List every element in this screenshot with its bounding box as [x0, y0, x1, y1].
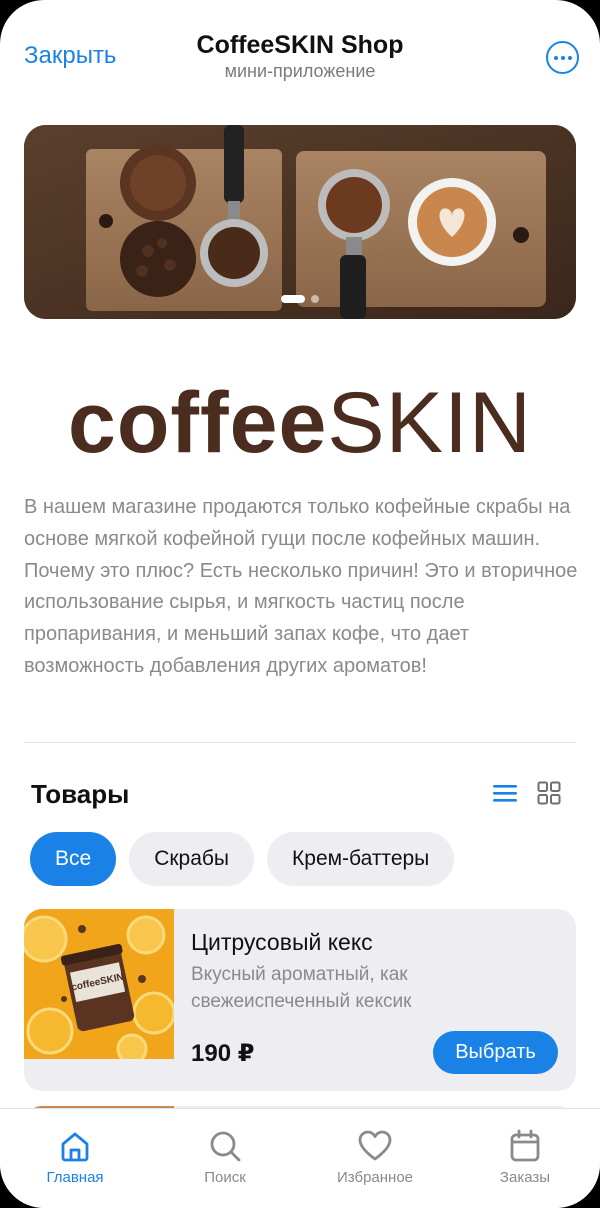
filter-chip-cream-butters[interactable]: Крем-баттеры: [267, 832, 455, 886]
filter-chip-all[interactable]: Все: [30, 832, 117, 886]
product-image: coffeeSKIN: [24, 909, 174, 1059]
tab-home[interactable]: Главная: [0, 1109, 150, 1208]
search-icon: [210, 1131, 241, 1162]
tab-label-orders: Заказы: [499, 1169, 551, 1186]
product-description: Вкусный ароматный, как свежеиспеченный к…: [191, 964, 412, 1012]
section-title: Товары: [31, 779, 130, 809]
heart-icon: [358, 1130, 392, 1161]
home-icon: [61, 1132, 89, 1162]
carousel-dots: [24, 295, 576, 303]
choose-button[interactable]: Выбрать: [433, 1031, 558, 1074]
shop-description: В нашем магазине продаются только кофейн…: [24, 496, 578, 677]
more-dot-icon: [567, 55, 572, 60]
close-button[interactable]: Закрыть: [24, 42, 116, 70]
banner-image: [24, 125, 576, 319]
tab-search[interactable]: Поиск: [150, 1109, 300, 1208]
calendar-icon: [510, 1129, 540, 1162]
logo-part-coffee: coffee: [67, 375, 328, 471]
tab-favorites[interactable]: Избранное: [300, 1109, 450, 1208]
phone-screen: Закрыть CoffeeSKIN Shop мини-приложение: [0, 0, 600, 1208]
tab-label-search: Поиск: [204, 1169, 246, 1186]
filter-chips: Все Скрабы Крем-баттеры: [30, 832, 455, 886]
tab-label-home: Главная: [46, 1169, 104, 1186]
product-price: 190 ₽: [191, 1040, 255, 1067]
tab-bar: Главная Поиск Избранное Заказы: [0, 1108, 600, 1208]
product-card[interactable]: coffeeSKIN Цитрусовый кекс Вкусный арома…: [24, 909, 576, 1091]
product-name: Цитрусовый кекс: [191, 929, 373, 955]
header: Закрыть CoffeeSKIN Shop мини-приложение: [0, 0, 600, 100]
more-dot-icon: [553, 55, 558, 60]
divider: [24, 742, 576, 743]
carousel-dot[interactable]: [311, 295, 319, 303]
tab-label-favorites: Избранное: [336, 1169, 414, 1186]
tab-orders[interactable]: Заказы: [450, 1109, 600, 1208]
app-subtitle: мини-приложение: [224, 61, 376, 81]
logo-part-skin: SKIN: [327, 375, 533, 471]
title-block: CoffeeSKIN Shop мини-приложение: [150, 30, 450, 82]
carousel-dot-active[interactable]: [281, 295, 305, 303]
brand-logo: coffeeSKIN: [0, 373, 600, 473]
app-title: CoffeeSKIN Shop: [196, 31, 404, 59]
filter-chip-scrubs[interactable]: Скрабы: [129, 832, 255, 886]
more-dot-icon: [560, 55, 565, 60]
list-view-icon[interactable]: [492, 781, 518, 805]
more-options-button[interactable]: [546, 41, 579, 74]
grid-view-icon[interactable]: [537, 781, 561, 805]
banner-carousel[interactable]: [24, 125, 576, 319]
